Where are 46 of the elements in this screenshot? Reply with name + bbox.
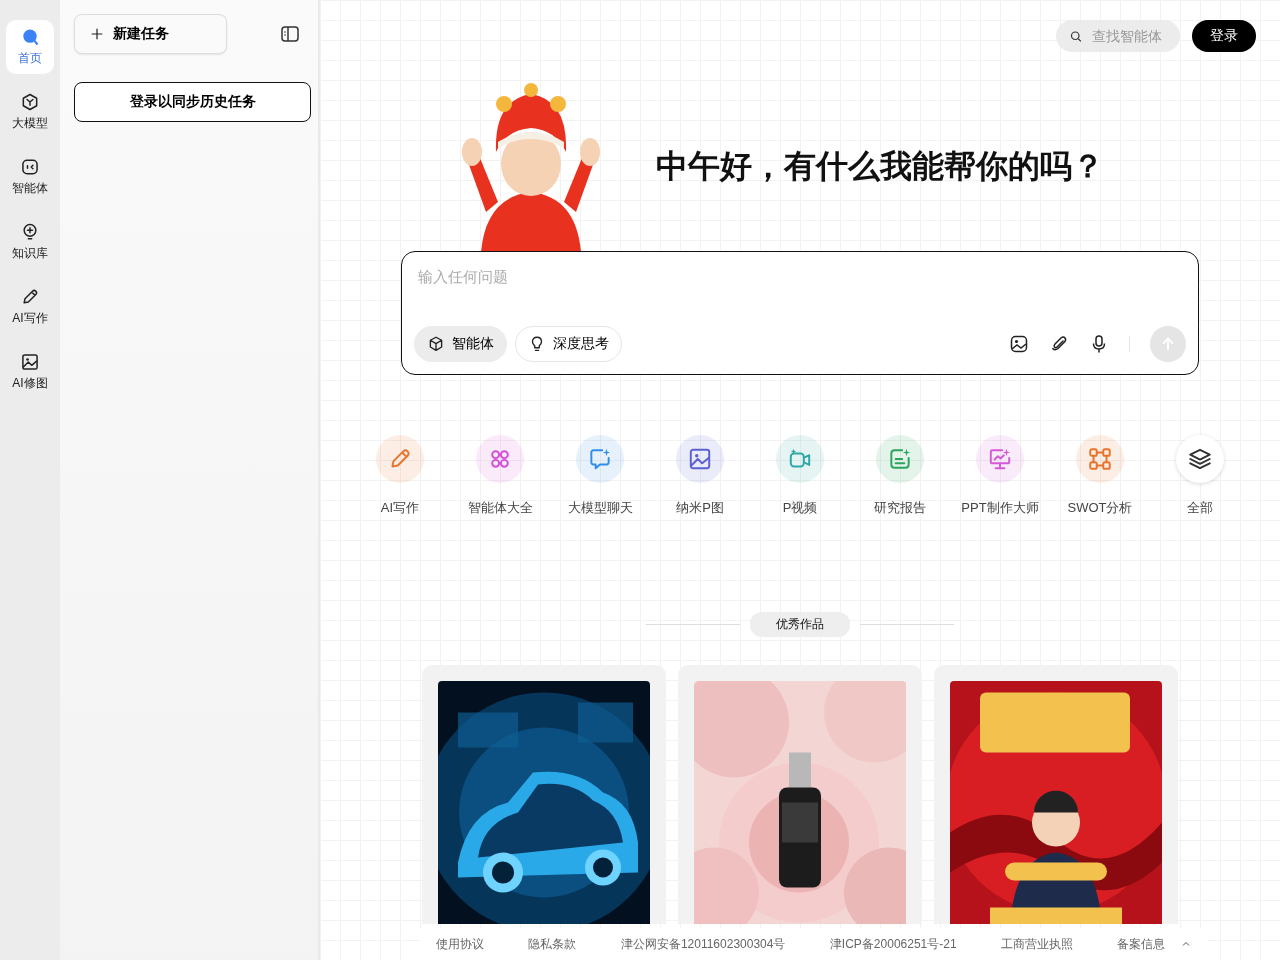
nav-item[interactable]: AI写作	[6, 280, 54, 334]
robot-face-icon	[20, 157, 40, 177]
footer-link[interactable]: 隐私条款	[528, 935, 577, 953]
footer-link[interactable]: 工商营业执照	[1001, 935, 1074, 953]
shortcut-label[interactable]: 研究报告	[874, 499, 926, 517]
image-upload-icon[interactable]	[1009, 334, 1029, 354]
nav-item[interactable]: AI修图	[6, 345, 54, 399]
section-title: 优秀作品	[750, 612, 850, 637]
nav-item[interactable]: 知识库	[6, 215, 54, 269]
prompt-box[interactable]: 输入任何问题 智能体 深度思考	[401, 251, 1199, 375]
login-button[interactable]: 登录	[1192, 20, 1256, 52]
hexagon-icon	[20, 92, 40, 112]
footer-link[interactable]: 津公网安备12011602300304号	[620, 935, 786, 953]
search-input[interactable]: 查找智能体	[1090, 27, 1166, 45]
search-icon	[1070, 28, 1082, 44]
mode-chip[interactable]: 深度思考	[515, 326, 622, 362]
shortcut-label[interactable]: 大模型聊天	[567, 499, 633, 517]
magnifier-icon	[20, 27, 40, 47]
shortcut-label[interactable]: P视频	[782, 499, 818, 517]
nav-item[interactable]: 大模型	[6, 85, 54, 139]
shortcut-label[interactable]: 智能体大全	[467, 499, 533, 517]
search-field[interactable]: 查找智能体	[1056, 20, 1180, 52]
sidebar-toggle-icon[interactable]	[280, 24, 300, 44]
lightbulb-icon	[20, 222, 40, 242]
shortcut-label[interactable]: 纳米P图	[676, 499, 724, 517]
image-icon	[20, 352, 40, 372]
mode-chip[interactable]: 智能体	[414, 326, 507, 362]
work-card[interactable]	[422, 665, 666, 924]
cube-icon	[427, 335, 445, 353]
shortcut-button[interactable]	[1176, 435, 1224, 483]
plus-icon	[89, 26, 105, 42]
footer-link[interactable]: 津ICP备20006251号-21	[829, 935, 957, 953]
greeting-heading: 中午好，有什么我能帮你的吗？	[656, 147, 1104, 186]
shortcut-label[interactable]: AI写作	[380, 499, 420, 517]
shortcut-label[interactable]: SWOT分析	[1067, 499, 1133, 517]
login-sync-button[interactable]: 登录以同步历史任务	[74, 82, 311, 122]
nav-item[interactable]: 首页	[6, 20, 54, 74]
pencil-icon	[20, 287, 40, 307]
work-card[interactable]	[678, 665, 922, 924]
shortcut-label[interactable]: PPT制作大师	[961, 499, 1039, 517]
shortcut-label[interactable]: 全部	[1187, 499, 1213, 517]
new-task-button[interactable]: 新建任务	[74, 14, 227, 54]
work-card[interactable]	[934, 665, 1178, 924]
nav-item[interactable]: 智能体	[6, 150, 54, 204]
footer-link[interactable]: 备案信息	[1117, 935, 1166, 953]
footer-link[interactable]: 使用协议	[436, 935, 484, 953]
